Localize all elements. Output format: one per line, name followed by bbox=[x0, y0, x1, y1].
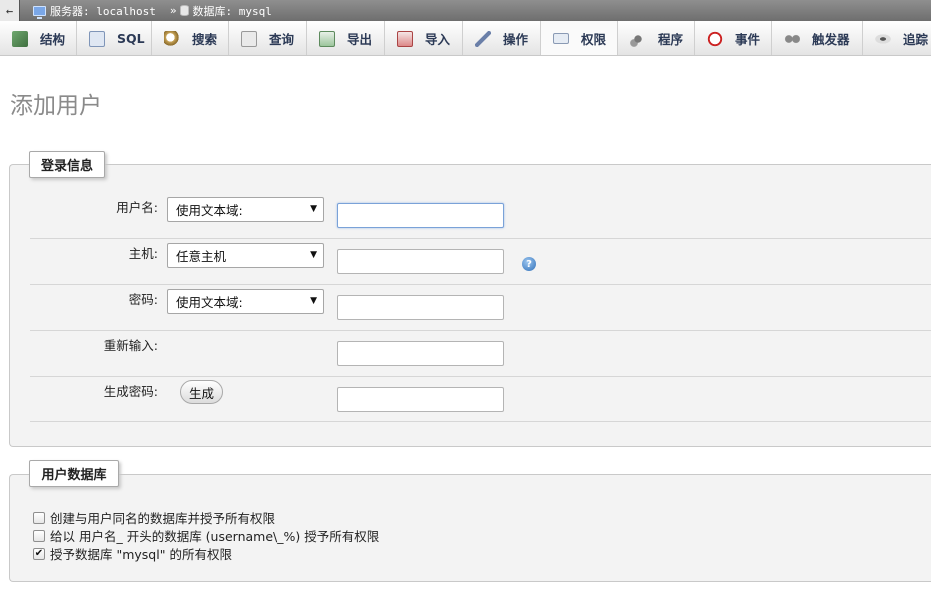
create-db-checkbox[interactable] bbox=[33, 511, 45, 524]
password-label: 密码: bbox=[128, 292, 158, 307]
password-type-value: 使用文本域: bbox=[176, 295, 243, 310]
tab-label: 查询 bbox=[269, 32, 295, 47]
tab-structure[interactable]: 结构 bbox=[0, 21, 77, 55]
tab-events[interactable]: 事件 bbox=[695, 21, 772, 55]
retype-password-label: 重新输入: bbox=[103, 338, 158, 353]
row-divider bbox=[30, 421, 931, 422]
breadcrumb: ← 服务器: localhost » 数据库: mysql bbox=[0, 0, 931, 21]
tab-search[interactable]: 搜索 bbox=[152, 21, 229, 55]
password-input[interactable] bbox=[337, 295, 504, 320]
breadcrumb-server-link[interactable]: 服务器: localhost bbox=[50, 3, 156, 19]
username-type-value: 使用文本域: bbox=[176, 203, 243, 218]
eye-icon bbox=[875, 30, 891, 47]
page-title: 添加用户 bbox=[10, 93, 102, 119]
tab-import[interactable]: 导入 bbox=[385, 21, 463, 55]
tab-bar: 结构 SQL 搜索 查询 导出 导入 操作 权限 程序 事件 触发器 追踪 bbox=[0, 21, 931, 56]
generated-password-input[interactable] bbox=[337, 387, 504, 412]
query-icon bbox=[241, 30, 257, 47]
password-type-select[interactable]: 使用文本域: ▼ bbox=[167, 289, 324, 314]
database-icon bbox=[180, 5, 190, 16]
tab-label: 导出 bbox=[347, 32, 373, 47]
tab-label: 程序 bbox=[658, 32, 684, 47]
option-create-db[interactable]: 创建与用户同名的数据库并授予所有权限 bbox=[33, 508, 275, 527]
tab-tracking[interactable]: 追踪 bbox=[863, 21, 931, 55]
row-divider bbox=[30, 284, 931, 285]
wildcard-db-label: 给以 用户名_ 开头的数据库 (username\_%) 授予所有权限 bbox=[50, 529, 380, 544]
row-divider bbox=[30, 376, 931, 377]
tab-label: 权限 bbox=[581, 32, 607, 47]
tab-privileges[interactable]: 权限 bbox=[541, 21, 618, 55]
import-icon bbox=[397, 30, 413, 47]
username-type-select[interactable]: 使用文本域: ▼ bbox=[167, 197, 324, 222]
breadcrumb-separator: » bbox=[169, 4, 177, 17]
dropdown-arrow-icon: ▼ bbox=[310, 250, 317, 260]
username-label: 用户名: bbox=[116, 200, 158, 215]
grant-mysql-label: 授予数据库 "mysql" 的所有权限 bbox=[50, 547, 232, 562]
tab-label: 触发器 bbox=[812, 32, 850, 47]
tab-label: 导入 bbox=[425, 32, 451, 47]
structure-icon bbox=[12, 30, 28, 47]
server-icon bbox=[33, 5, 46, 19]
tab-routines[interactable]: 程序 bbox=[618, 21, 695, 55]
wrench-icon bbox=[475, 30, 491, 47]
user-database-legend: 用户数据库 bbox=[29, 460, 119, 487]
tab-label: 追踪 bbox=[903, 32, 929, 47]
sql-icon bbox=[89, 30, 105, 47]
tab-label: 搜索 bbox=[192, 32, 218, 47]
tab-query[interactable]: 查询 bbox=[229, 21, 307, 55]
option-grant-mysql[interactable]: ✔ 授予数据库 "mysql" 的所有权限 bbox=[33, 544, 232, 563]
tab-operations[interactable]: 操作 bbox=[463, 21, 541, 55]
generate-password-button[interactable]: 生成 bbox=[180, 380, 223, 404]
grant-mysql-checkbox[interactable]: ✔ bbox=[33, 547, 45, 560]
search-icon bbox=[164, 30, 180, 47]
create-db-label: 创建与用户同名的数据库并授予所有权限 bbox=[50, 511, 276, 526]
tab-sql[interactable]: SQL bbox=[77, 21, 152, 55]
triggers-icon bbox=[784, 30, 800, 47]
dropdown-arrow-icon: ▼ bbox=[310, 204, 317, 214]
tab-label: 操作 bbox=[503, 32, 529, 47]
tab-label: SQL bbox=[117, 31, 145, 46]
username-input[interactable] bbox=[337, 203, 504, 228]
back-arrow-icon[interactable]: ← bbox=[0, 0, 20, 21]
tab-label: 事件 bbox=[735, 32, 761, 47]
host-input[interactable] bbox=[337, 249, 504, 274]
tab-triggers[interactable]: 触发器 bbox=[772, 21, 863, 55]
help-icon[interactable]: ? bbox=[522, 257, 536, 271]
tab-label: 结构 bbox=[40, 32, 66, 47]
generate-password-label: 生成密码: bbox=[103, 384, 158, 399]
retype-password-input[interactable] bbox=[337, 341, 504, 366]
row-divider bbox=[30, 238, 931, 239]
dropdown-arrow-icon: ▼ bbox=[310, 296, 317, 306]
wildcard-db-checkbox[interactable] bbox=[33, 529, 45, 542]
privileges-icon bbox=[553, 33, 569, 44]
routines-icon bbox=[630, 30, 646, 47]
option-wildcard-db[interactable]: 给以 用户名_ 开头的数据库 (username\_%) 授予所有权限 bbox=[33, 526, 379, 545]
host-label: 主机: bbox=[128, 246, 158, 261]
export-icon bbox=[319, 30, 335, 47]
breadcrumb-database-link[interactable]: 数据库: mysql bbox=[192, 3, 271, 19]
host-type-select[interactable]: 任意主机 ▼ bbox=[167, 243, 324, 268]
login-info-legend: 登录信息 bbox=[29, 151, 105, 178]
row-divider bbox=[30, 330, 931, 331]
host-type-value: 任意主机 bbox=[176, 249, 227, 264]
tab-export[interactable]: 导出 bbox=[307, 21, 385, 55]
clock-icon bbox=[707, 30, 723, 47]
